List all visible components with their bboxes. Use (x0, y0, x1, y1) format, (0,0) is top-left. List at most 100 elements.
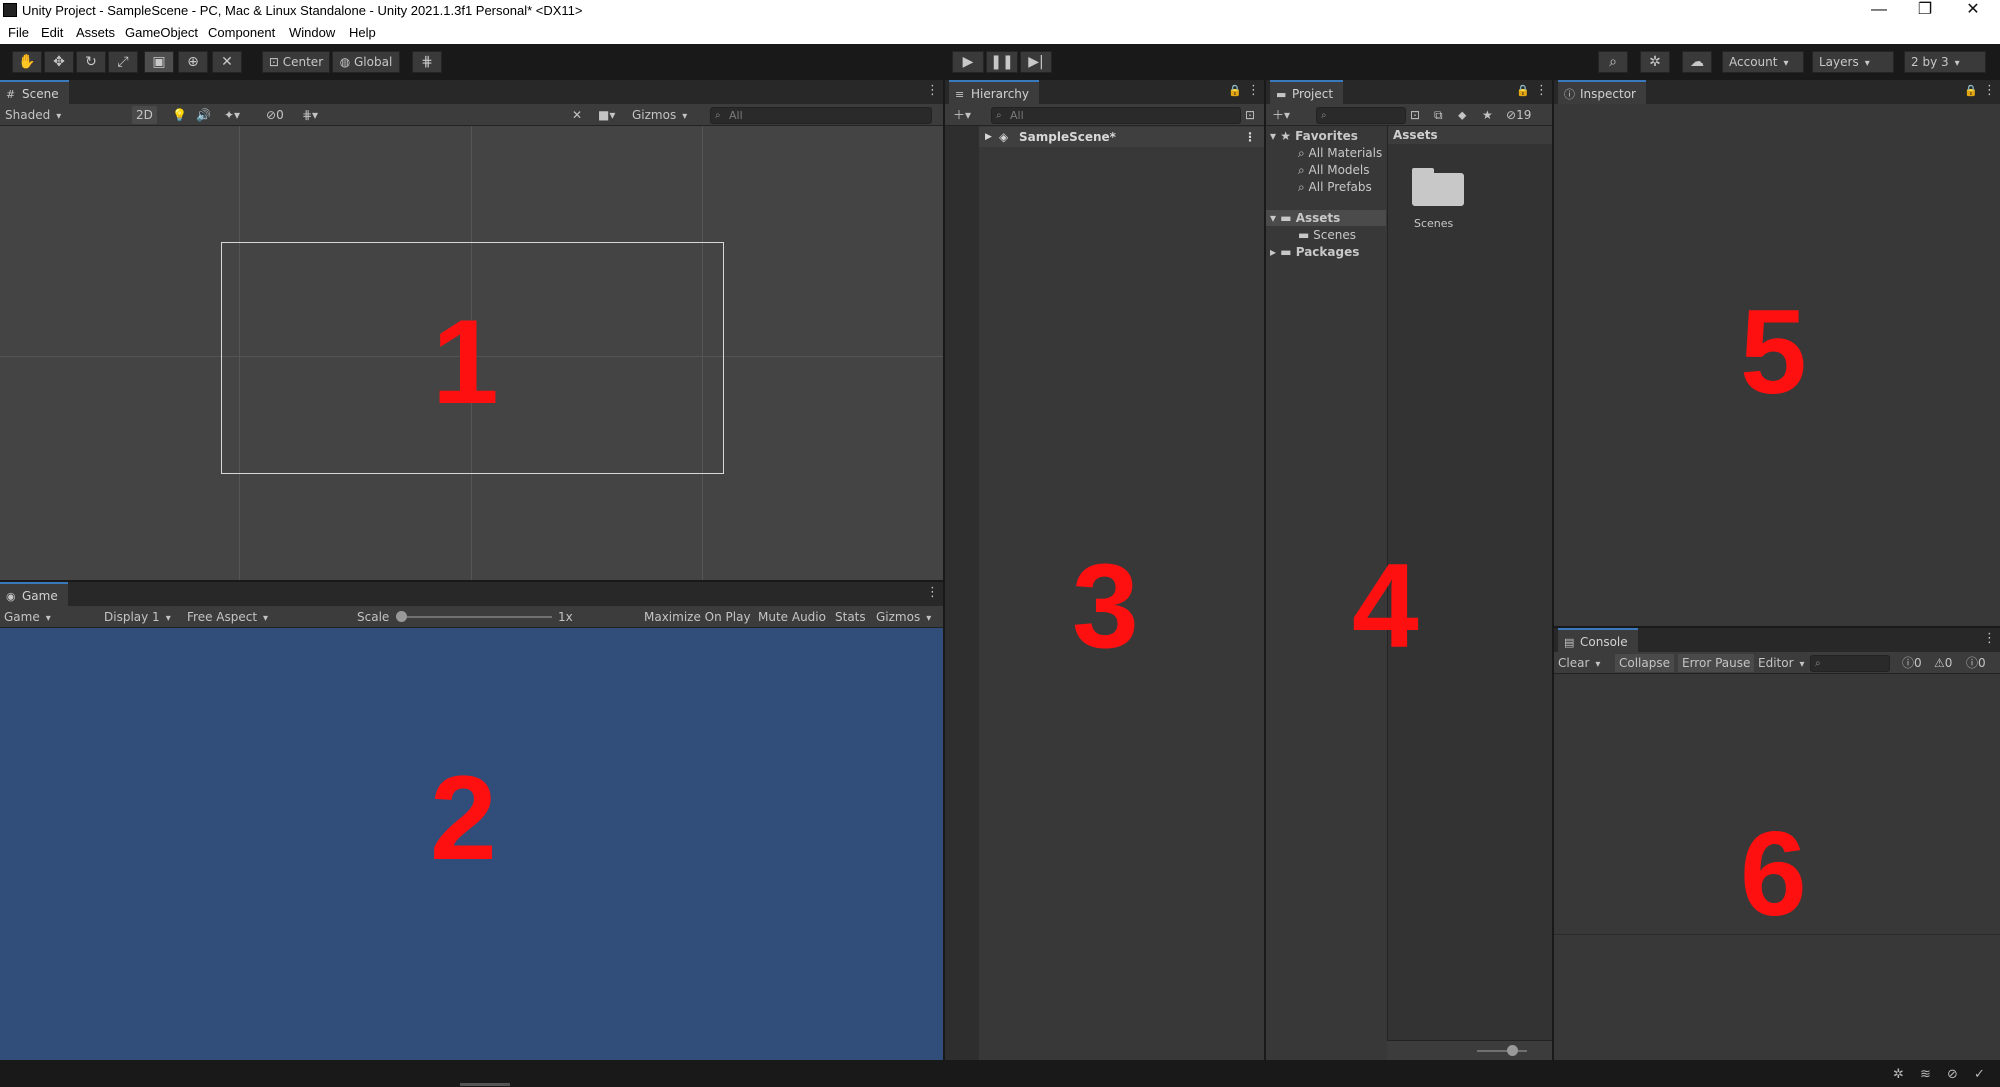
icon-size-slider-track[interactable] (1477, 1050, 1527, 1052)
services-button[interactable]: ✲ (1640, 51, 1670, 73)
scene-menu-icon[interactable]: ⋮ (926, 84, 939, 98)
scenes-folder-icon[interactable] (1412, 164, 1464, 206)
game-view-mode-dropdown[interactable]: Game (4, 608, 90, 628)
step-button[interactable]: ▶| (1020, 51, 1052, 73)
game-gizmos-dropdown[interactable]: Gizmos (876, 608, 931, 628)
shading-mode-dropdown[interactable]: Shaded (5, 106, 123, 126)
tab-scene[interactable]: # Scene (0, 80, 69, 104)
grid-snap-button[interactable]: ⋕ (412, 51, 442, 73)
account-dropdown[interactable]: Account (1722, 51, 1804, 73)
maximize-on-play-toggle[interactable]: Maximize On Play (644, 608, 751, 626)
expand-arrow-icon[interactable]: ▸ (1270, 245, 1280, 259)
space-global-button[interactable]: ◍ Global (332, 51, 400, 73)
toggle-2d-button[interactable]: 2D (132, 106, 157, 124)
layers-stack-icon[interactable]: ≋ (1920, 1067, 1931, 1082)
stats-toggle[interactable]: Stats (835, 608, 866, 626)
hidden-packages-toggle[interactable]: ⊘19 (1506, 106, 1531, 124)
scene-visibility-icon[interactable]: ⊡ (1245, 106, 1255, 124)
move-tool-button[interactable]: ✥ (44, 51, 74, 73)
lighting-toggle-icon[interactable]: 💡 (172, 106, 187, 124)
tree-packages[interactable]: ▸ ▬ Packages (1270, 244, 1359, 260)
menu-help[interactable]: Help (349, 25, 376, 40)
console-search-input[interactable]: ⌕ (1810, 655, 1890, 672)
scene-search-input[interactable]: ⌕ All (710, 107, 932, 124)
game-viewport[interactable]: 2 (0, 628, 943, 1060)
menu-edit[interactable]: Edit (41, 25, 63, 40)
tab-inspector[interactable]: ⓘ Inspector (1558, 80, 1646, 104)
console-editor-dropdown[interactable]: Editor (1758, 654, 1805, 674)
scene-viewport[interactable]: 1 (0, 126, 943, 580)
tab-hierarchy[interactable]: ≡ Hierarchy (949, 80, 1040, 104)
effects-toggle-icon[interactable]: ✦▾ (224, 106, 240, 124)
menu-component[interactable]: Component (208, 25, 275, 40)
tree-assets[interactable]: ▾ ▬ Assets (1266, 210, 1386, 226)
tree-all-materials[interactable]: ⌕ All Materials (1298, 145, 1382, 161)
search-by-type-icon[interactable]: ⊡ (1410, 106, 1420, 124)
camera-settings-icon[interactable]: ■▾ (598, 106, 615, 124)
auto-generate-icon[interactable]: ⊘ (1947, 1067, 1958, 1082)
icon-size-slider-thumb[interactable] (1507, 1045, 1518, 1056)
lock-icon[interactable]: 🔒 (1516, 84, 1530, 97)
search-button[interactable]: ⌕ (1598, 51, 1628, 73)
tag-icon[interactable]: ⬥ (1458, 106, 1466, 124)
expand-arrow-icon[interactable]: ▶ (985, 127, 992, 147)
pivot-center-button[interactable]: ⊡ Center (262, 51, 330, 73)
expand-arrow-icon[interactable]: ▾ (1270, 129, 1280, 143)
cloud-button[interactable]: ☁ (1682, 51, 1712, 73)
menu-assets[interactable]: Assets (76, 25, 115, 40)
menu-gameobject[interactable]: GameObject (125, 25, 198, 40)
lock-icon[interactable]: 🔒 (1964, 84, 1978, 97)
scale-slider-track[interactable] (400, 616, 552, 618)
tree-all-models[interactable]: ⌕ All Models (1298, 162, 1370, 178)
hierarchy-menu-icon[interactable]: ⋮ (1247, 84, 1260, 98)
scale-slider-thumb[interactable] (396, 611, 407, 622)
transform-tool-button[interactable]: ⊕ (178, 51, 208, 73)
console-detail-area[interactable] (1554, 936, 2000, 1060)
project-menu-icon[interactable]: ⋮ (1535, 84, 1548, 98)
tab-game[interactable]: ◉ Game (0, 582, 68, 606)
hierarchy-scene-row[interactable]: ▶ ◈ SampleScene* ⋮ (979, 127, 1264, 147)
error-count-toggle[interactable]: ⓘ0 (1966, 654, 1986, 672)
console-clear-button[interactable]: Clear (1558, 654, 1614, 674)
display-dropdown[interactable]: Display 1 (104, 608, 171, 628)
tab-console[interactable]: ▤ Console (1558, 628, 1638, 652)
inspector-menu-icon[interactable]: ⋮ (1983, 84, 1996, 98)
play-button[interactable]: ▶ (952, 51, 984, 73)
mute-audio-toggle[interactable]: Mute Audio (758, 608, 826, 626)
console-menu-icon[interactable]: ⋮ (1983, 632, 1996, 646)
project-create-button[interactable]: ＋▾ (1272, 106, 1290, 124)
expand-arrow-icon[interactable]: ▾ (1270, 211, 1280, 225)
tree-all-prefabs[interactable]: ⌕ All Prefabs (1298, 179, 1372, 195)
console-error-pause-toggle[interactable]: Error Pause (1678, 654, 1755, 672)
maximize-button[interactable]: ❐ (1902, 0, 1948, 22)
minimize-button[interactable]: — (1856, 0, 1902, 22)
search-by-label-icon[interactable]: ⧉ (1434, 106, 1443, 124)
game-menu-icon[interactable]: ⋮ (926, 586, 939, 600)
scene-tools-icon[interactable]: ✕ (572, 106, 582, 124)
scene-gizmos-dropdown[interactable]: Gizmos (632, 106, 687, 126)
hierarchy-create-button[interactable]: ＋▾ (953, 106, 971, 124)
scene-row-menu-icon[interactable]: ⋮ (1244, 127, 1256, 147)
tree-scenes[interactable]: ▬ Scenes (1298, 227, 1356, 243)
hidden-objects-toggle[interactable]: ⊘0 (266, 106, 284, 124)
layers-dropdown[interactable]: Layers (1812, 51, 1894, 73)
rotate-tool-button[interactable]: ↻ (76, 51, 106, 73)
scale-tool-button[interactable]: ⤢ (108, 51, 138, 73)
layout-dropdown[interactable]: 2 by 3 (1904, 51, 1986, 73)
close-button[interactable]: ✕ (1950, 0, 1996, 22)
rect-tool-button[interactable]: ▣ (144, 51, 174, 73)
status-ok-icon[interactable]: ✓ (1974, 1067, 1985, 1082)
project-search-input[interactable]: ⌕ (1316, 107, 1406, 124)
tab-project[interactable]: ▬ Project (1270, 80, 1344, 104)
audio-toggle-icon[interactable]: 🔊 (196, 106, 211, 124)
lock-icon[interactable]: 🔒 (1228, 84, 1242, 97)
pause-button[interactable]: ❚❚ (986, 51, 1018, 73)
aspect-dropdown[interactable]: Free Aspect (187, 608, 347, 628)
log-count-toggle[interactable]: ⓘ0 (1902, 654, 1922, 672)
tree-favorites[interactable]: ▾ ★ Favorites (1270, 128, 1358, 144)
warning-count-toggle[interactable]: ⚠0 (1934, 654, 1952, 672)
star-favorites-icon[interactable]: ★ (1482, 106, 1493, 124)
custom-tool-button[interactable]: ✕ (212, 51, 242, 73)
menu-file[interactable]: File (8, 25, 29, 40)
debug-icon[interactable]: ✲ (1893, 1067, 1904, 1082)
